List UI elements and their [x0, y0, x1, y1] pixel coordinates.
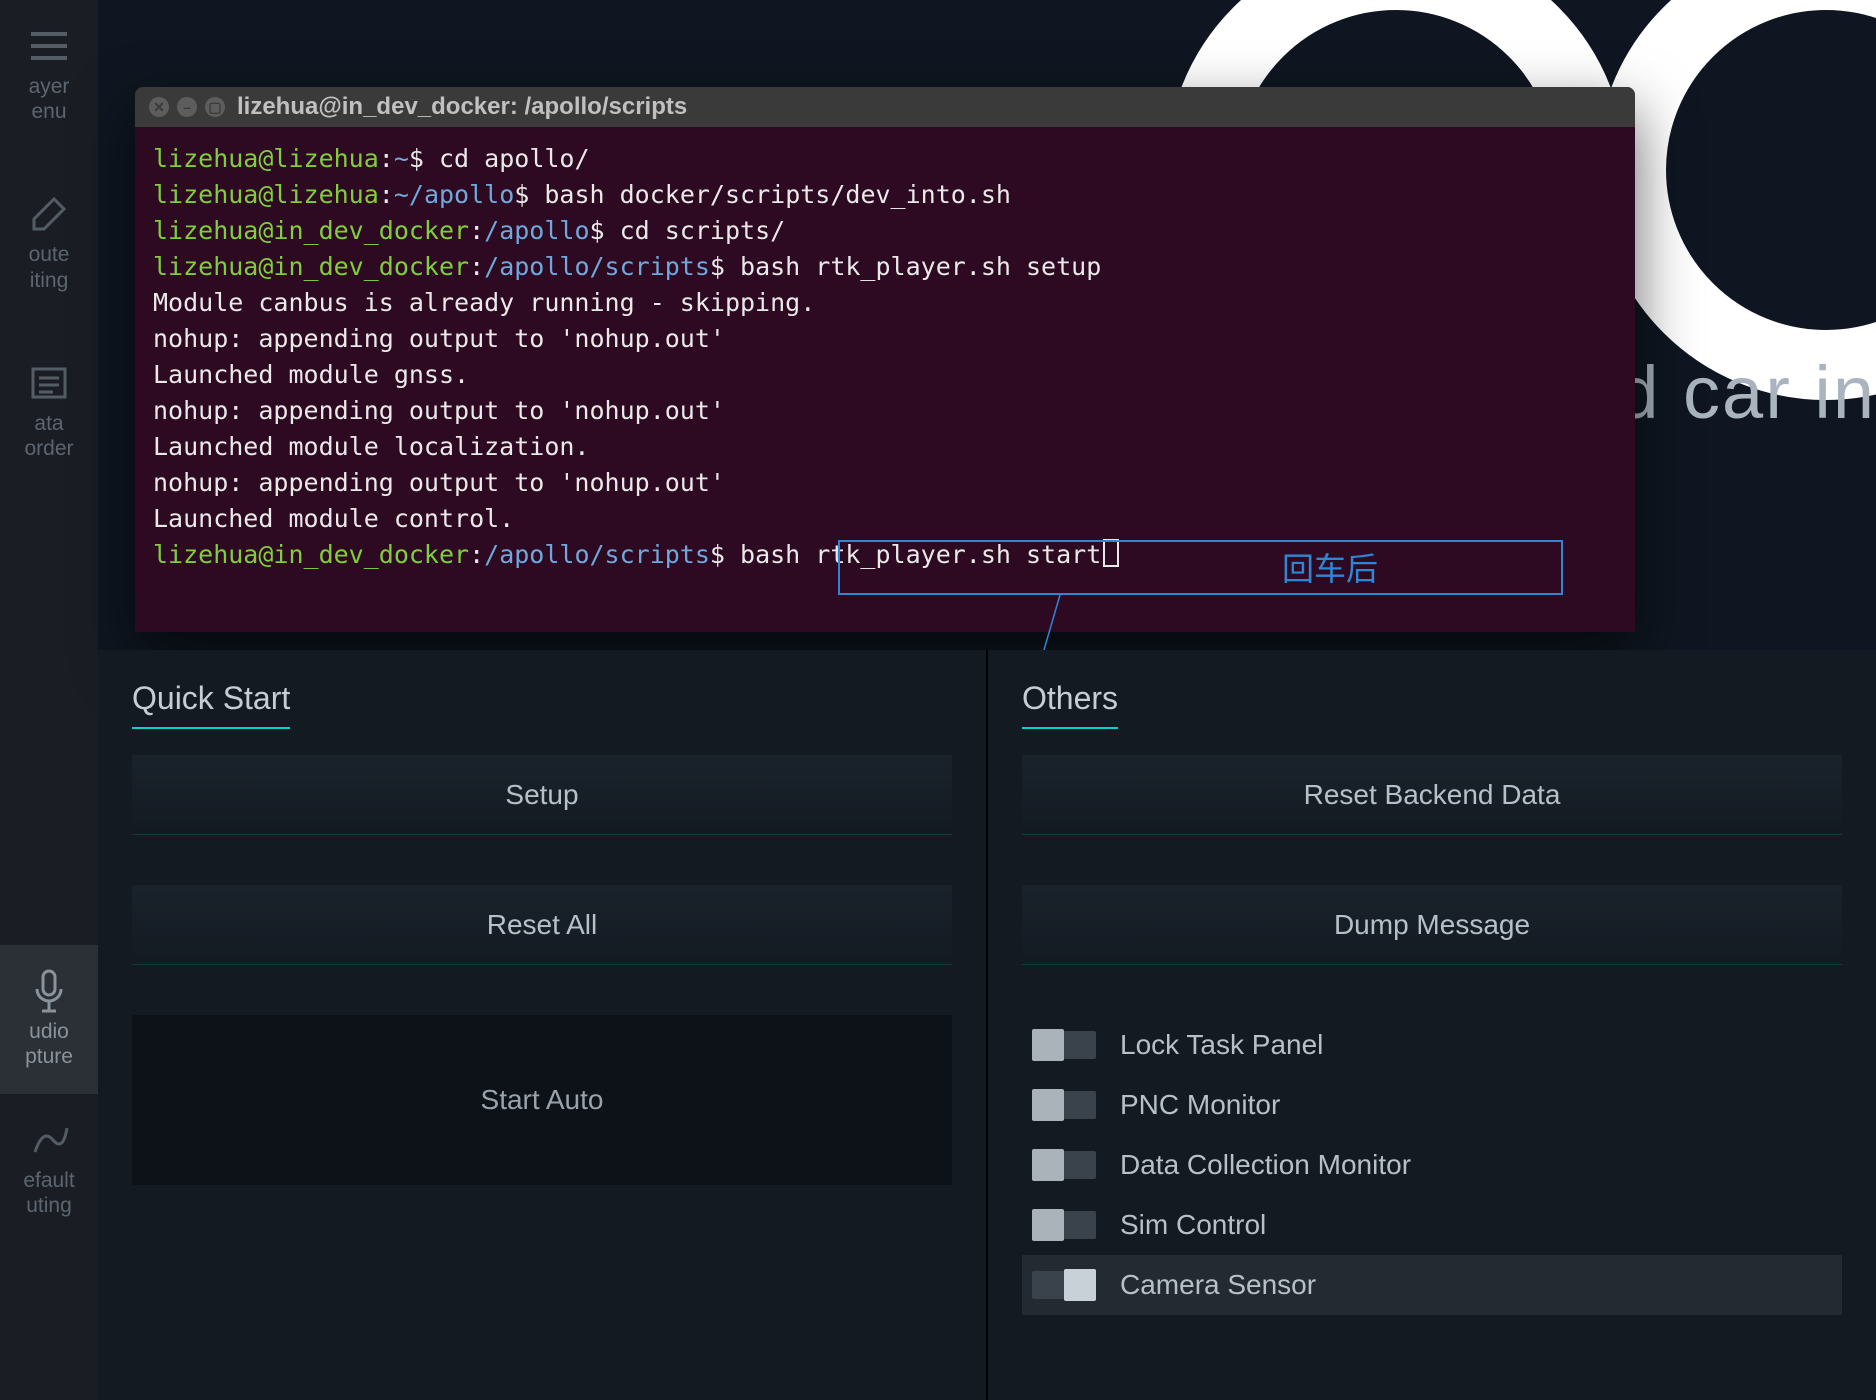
terminal-title: lizehua@in_dev_docker: /apollo/scripts	[237, 93, 687, 121]
window-controls: ✕ – ▢	[149, 97, 225, 117]
reset-all-button[interactable]: Reset All	[132, 885, 952, 965]
terminal-line: nohup: appending output to 'nohup.out'	[153, 465, 1617, 501]
edit-icon	[25, 192, 73, 236]
toggle-switch[interactable]	[1032, 1091, 1096, 1119]
sidebar-label: efault uting	[23, 1168, 74, 1218]
minimize-icon[interactable]: –	[177, 97, 197, 117]
terminal-line: Launched module control.	[153, 501, 1617, 537]
toggle-label: Data Collection Monitor	[1120, 1149, 1411, 1181]
list-icon	[25, 361, 73, 405]
terminal-line: nohup: appending output to 'nohup.out'	[153, 321, 1617, 357]
toggle-switch[interactable]	[1032, 1211, 1096, 1239]
terminal-line: lizehua@in_dev_docker:/apollo/scripts$ b…	[153, 249, 1617, 285]
annotation-after-enter: 回车后	[1250, 543, 1410, 591]
toggle-row-lock-task-panel[interactable]: Lock Task Panel	[1022, 1015, 1842, 1075]
terminal-line: Launched module localization.	[153, 429, 1617, 465]
others-panel: Others Reset Backend Data Dump Message L…	[988, 650, 1876, 1400]
sidebar-label: ayer enu	[29, 74, 70, 124]
start-auto-button[interactable]: Start Auto	[132, 1015, 952, 1185]
menu-icon	[25, 24, 73, 68]
toggle-row-camera-sensor[interactable]: Camera Sensor	[1022, 1255, 1842, 1315]
quick-start-panel: Quick Start Setup Reset All Start Auto	[98, 650, 986, 1400]
reset-backend-label: Reset Backend Data	[1304, 779, 1561, 811]
toggle-switch[interactable]	[1032, 1271, 1096, 1299]
sidebar-item-data-recorder[interactable]: ata order	[0, 337, 98, 485]
microphone-icon	[25, 969, 73, 1013]
terminal-body[interactable]: lizehua@lizehua:~$ cd apollo/lizehua@liz…	[135, 127, 1635, 587]
sidebar-item-layer-menu[interactable]: ayer enu	[0, 0, 98, 148]
terminal-titlebar[interactable]: ✕ – ▢ lizehua@in_dev_docker: /apollo/scr…	[135, 87, 1635, 127]
toggle-label: Sim Control	[1120, 1209, 1266, 1241]
toggle-row-data-collection-monitor[interactable]: Data Collection Monitor	[1022, 1135, 1842, 1195]
terminal-line: lizehua@lizehua:~$ cd apollo/	[153, 141, 1617, 177]
control-panels: Quick Start Setup Reset All Start Auto O…	[98, 650, 1876, 1400]
terminal-line: Launched module gnss.	[153, 357, 1617, 393]
terminal-line: nohup: appending output to 'nohup.out'	[153, 393, 1617, 429]
dump-message-label: Dump Message	[1334, 909, 1530, 941]
setup-button[interactable]: Setup	[132, 755, 952, 835]
quick-start-title: Quick Start	[132, 680, 290, 729]
brand-tagline: d car in	[1617, 350, 1876, 435]
annotation-command-box	[838, 540, 1563, 595]
terminal-line: lizehua@in_dev_docker:/apollo$ cd script…	[153, 213, 1617, 249]
reset-backend-button[interactable]: Reset Backend Data	[1022, 755, 1842, 835]
route-icon	[25, 1118, 73, 1162]
terminal-line: Module canbus is already running - skipp…	[153, 285, 1617, 321]
sidebar-item-audio-capture[interactable]: udio pture	[0, 945, 98, 1093]
maximize-icon[interactable]: ▢	[205, 97, 225, 117]
toggle-switch[interactable]	[1032, 1031, 1096, 1059]
left-sidebar: ayer enu oute iting ata order udio pture	[0, 0, 98, 1400]
sidebar-item-route-editing[interactable]: oute iting	[0, 168, 98, 316]
sidebar-label: udio pture	[25, 1019, 73, 1069]
toggle-label: Camera Sensor	[1120, 1269, 1316, 1301]
close-icon[interactable]: ✕	[149, 97, 169, 117]
sidebar-label: ata order	[24, 411, 73, 461]
toggle-row-pnc-monitor[interactable]: PNC Monitor	[1022, 1075, 1842, 1135]
toggle-list: Lock Task Panel PNC Monitor Data Collectio…	[1022, 1015, 1842, 1315]
sidebar-label: oute iting	[29, 242, 70, 292]
dump-message-button[interactable]: Dump Message	[1022, 885, 1842, 965]
toggle-row-sim-control[interactable]: Sim Control	[1022, 1195, 1842, 1255]
toggle-label: Lock Task Panel	[1120, 1029, 1323, 1061]
sidebar-item-default-routing[interactable]: efault uting	[0, 1094, 98, 1242]
setup-label: Setup	[505, 779, 578, 811]
terminal-line: lizehua@lizehua:~/apollo$ bash docker/sc…	[153, 177, 1617, 213]
reset-all-label: Reset All	[487, 909, 598, 941]
toggle-switch[interactable]	[1032, 1151, 1096, 1179]
others-title: Others	[1022, 680, 1118, 729]
start-auto-label: Start Auto	[481, 1084, 604, 1116]
toggle-label: PNC Monitor	[1120, 1089, 1280, 1121]
